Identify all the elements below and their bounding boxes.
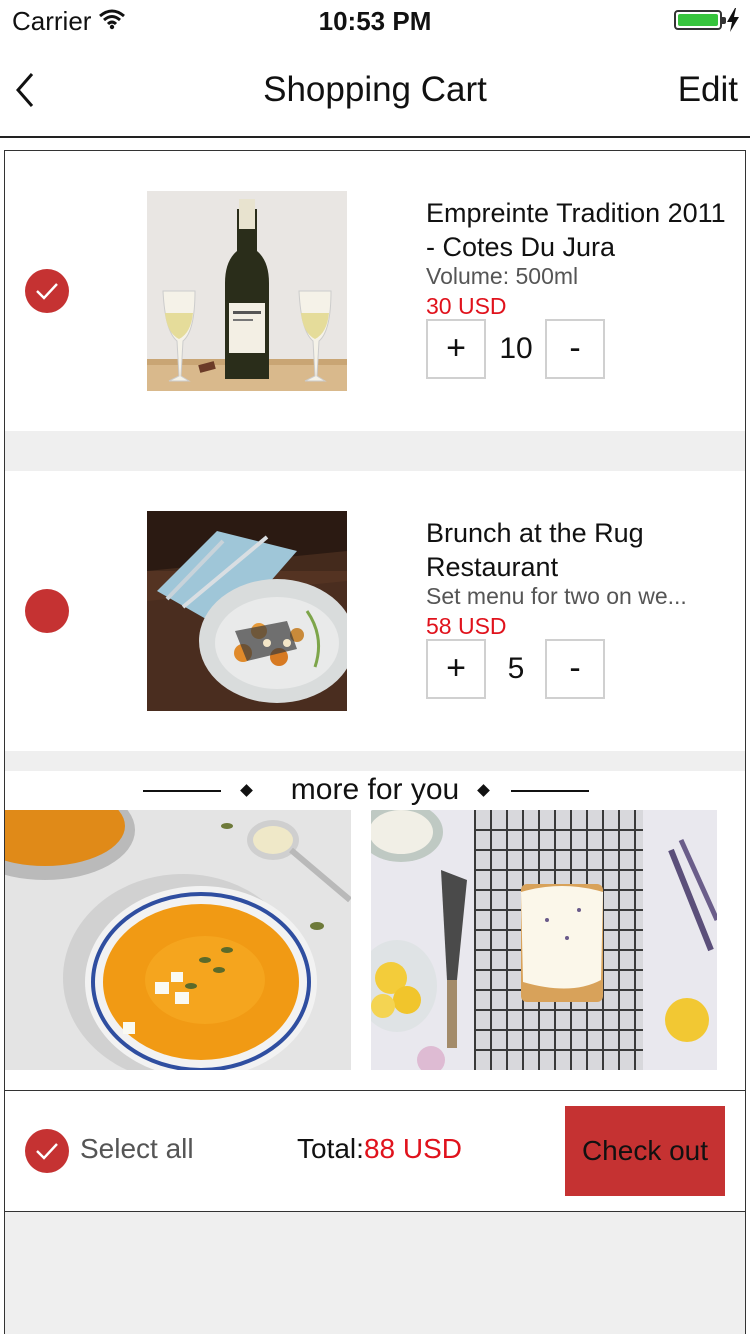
item-subtitle: Set menu for two on we...: [426, 583, 687, 609]
select-all-label[interactable]: Select all: [80, 1133, 194, 1165]
item-price: 58 USD: [426, 613, 507, 639]
battery-icon: [674, 10, 726, 30]
total-label: Total:: [297, 1133, 364, 1164]
wine-bottle-image: [147, 191, 347, 391]
shopping-cart-screen: Carrier 10:53 PM Shopping Cart Edit Empr…: [0, 0, 750, 1334]
lemon-cake-image[interactable]: [371, 810, 717, 1070]
increase-quantity-button[interactable]: +: [426, 319, 486, 379]
total-value: 88 USD: [363, 1133, 462, 1164]
pumpkin-soup-image[interactable]: [5, 810, 351, 1070]
cart-item: Empreinte Tradition 2011 - Cotes Du Jura…: [5, 151, 745, 431]
status-bar: Carrier 10:53 PM: [0, 0, 750, 40]
quantity-value: 10: [499, 332, 533, 365]
item-separator: [5, 751, 745, 771]
increase-quantity-button[interactable]: +: [426, 639, 486, 699]
decrease-quantity-button[interactable]: -: [545, 319, 605, 379]
navigation-bar: Shopping Cart Edit: [0, 40, 750, 138]
unchecked-circle-icon[interactable]: [25, 589, 69, 633]
brunch-plate-image: [147, 511, 347, 711]
item-name: Brunch at the Rug Restaurant: [426, 518, 644, 582]
cart-footer: Select all Total:88 USD Check out: [4, 1090, 746, 1212]
item-name: Empreinte Tradition 2011 - Cotes Du Jura: [426, 198, 726, 262]
quantity-value: 5: [507, 652, 525, 685]
charging-icon: [727, 8, 739, 32]
edit-button[interactable]: Edit: [678, 70, 738, 110]
more-for-you-header: more for you: [5, 770, 745, 810]
cart-item: Brunch at the Rug Restaurant Set menu fo…: [5, 471, 745, 751]
item-separator: [5, 431, 745, 471]
page-title: Shopping Cart: [263, 70, 487, 109]
clock: 10:53 PM: [318, 6, 432, 36]
select-all-checked-icon[interactable]: [25, 1129, 69, 1173]
item-price: 30 USD: [426, 293, 507, 319]
section-title: more for you: [290, 773, 460, 806]
divider-line: [511, 790, 589, 792]
empty-bottom-area: [5, 1212, 745, 1334]
checked-circle-icon[interactable]: [25, 269, 69, 313]
total-amount: Total:88 USD: [297, 1133, 462, 1165]
checkout-button[interactable]: Check out: [565, 1106, 725, 1196]
decrease-quantity-button[interactable]: -: [545, 639, 605, 699]
item-subtitle: Volume: 500ml: [426, 263, 579, 289]
